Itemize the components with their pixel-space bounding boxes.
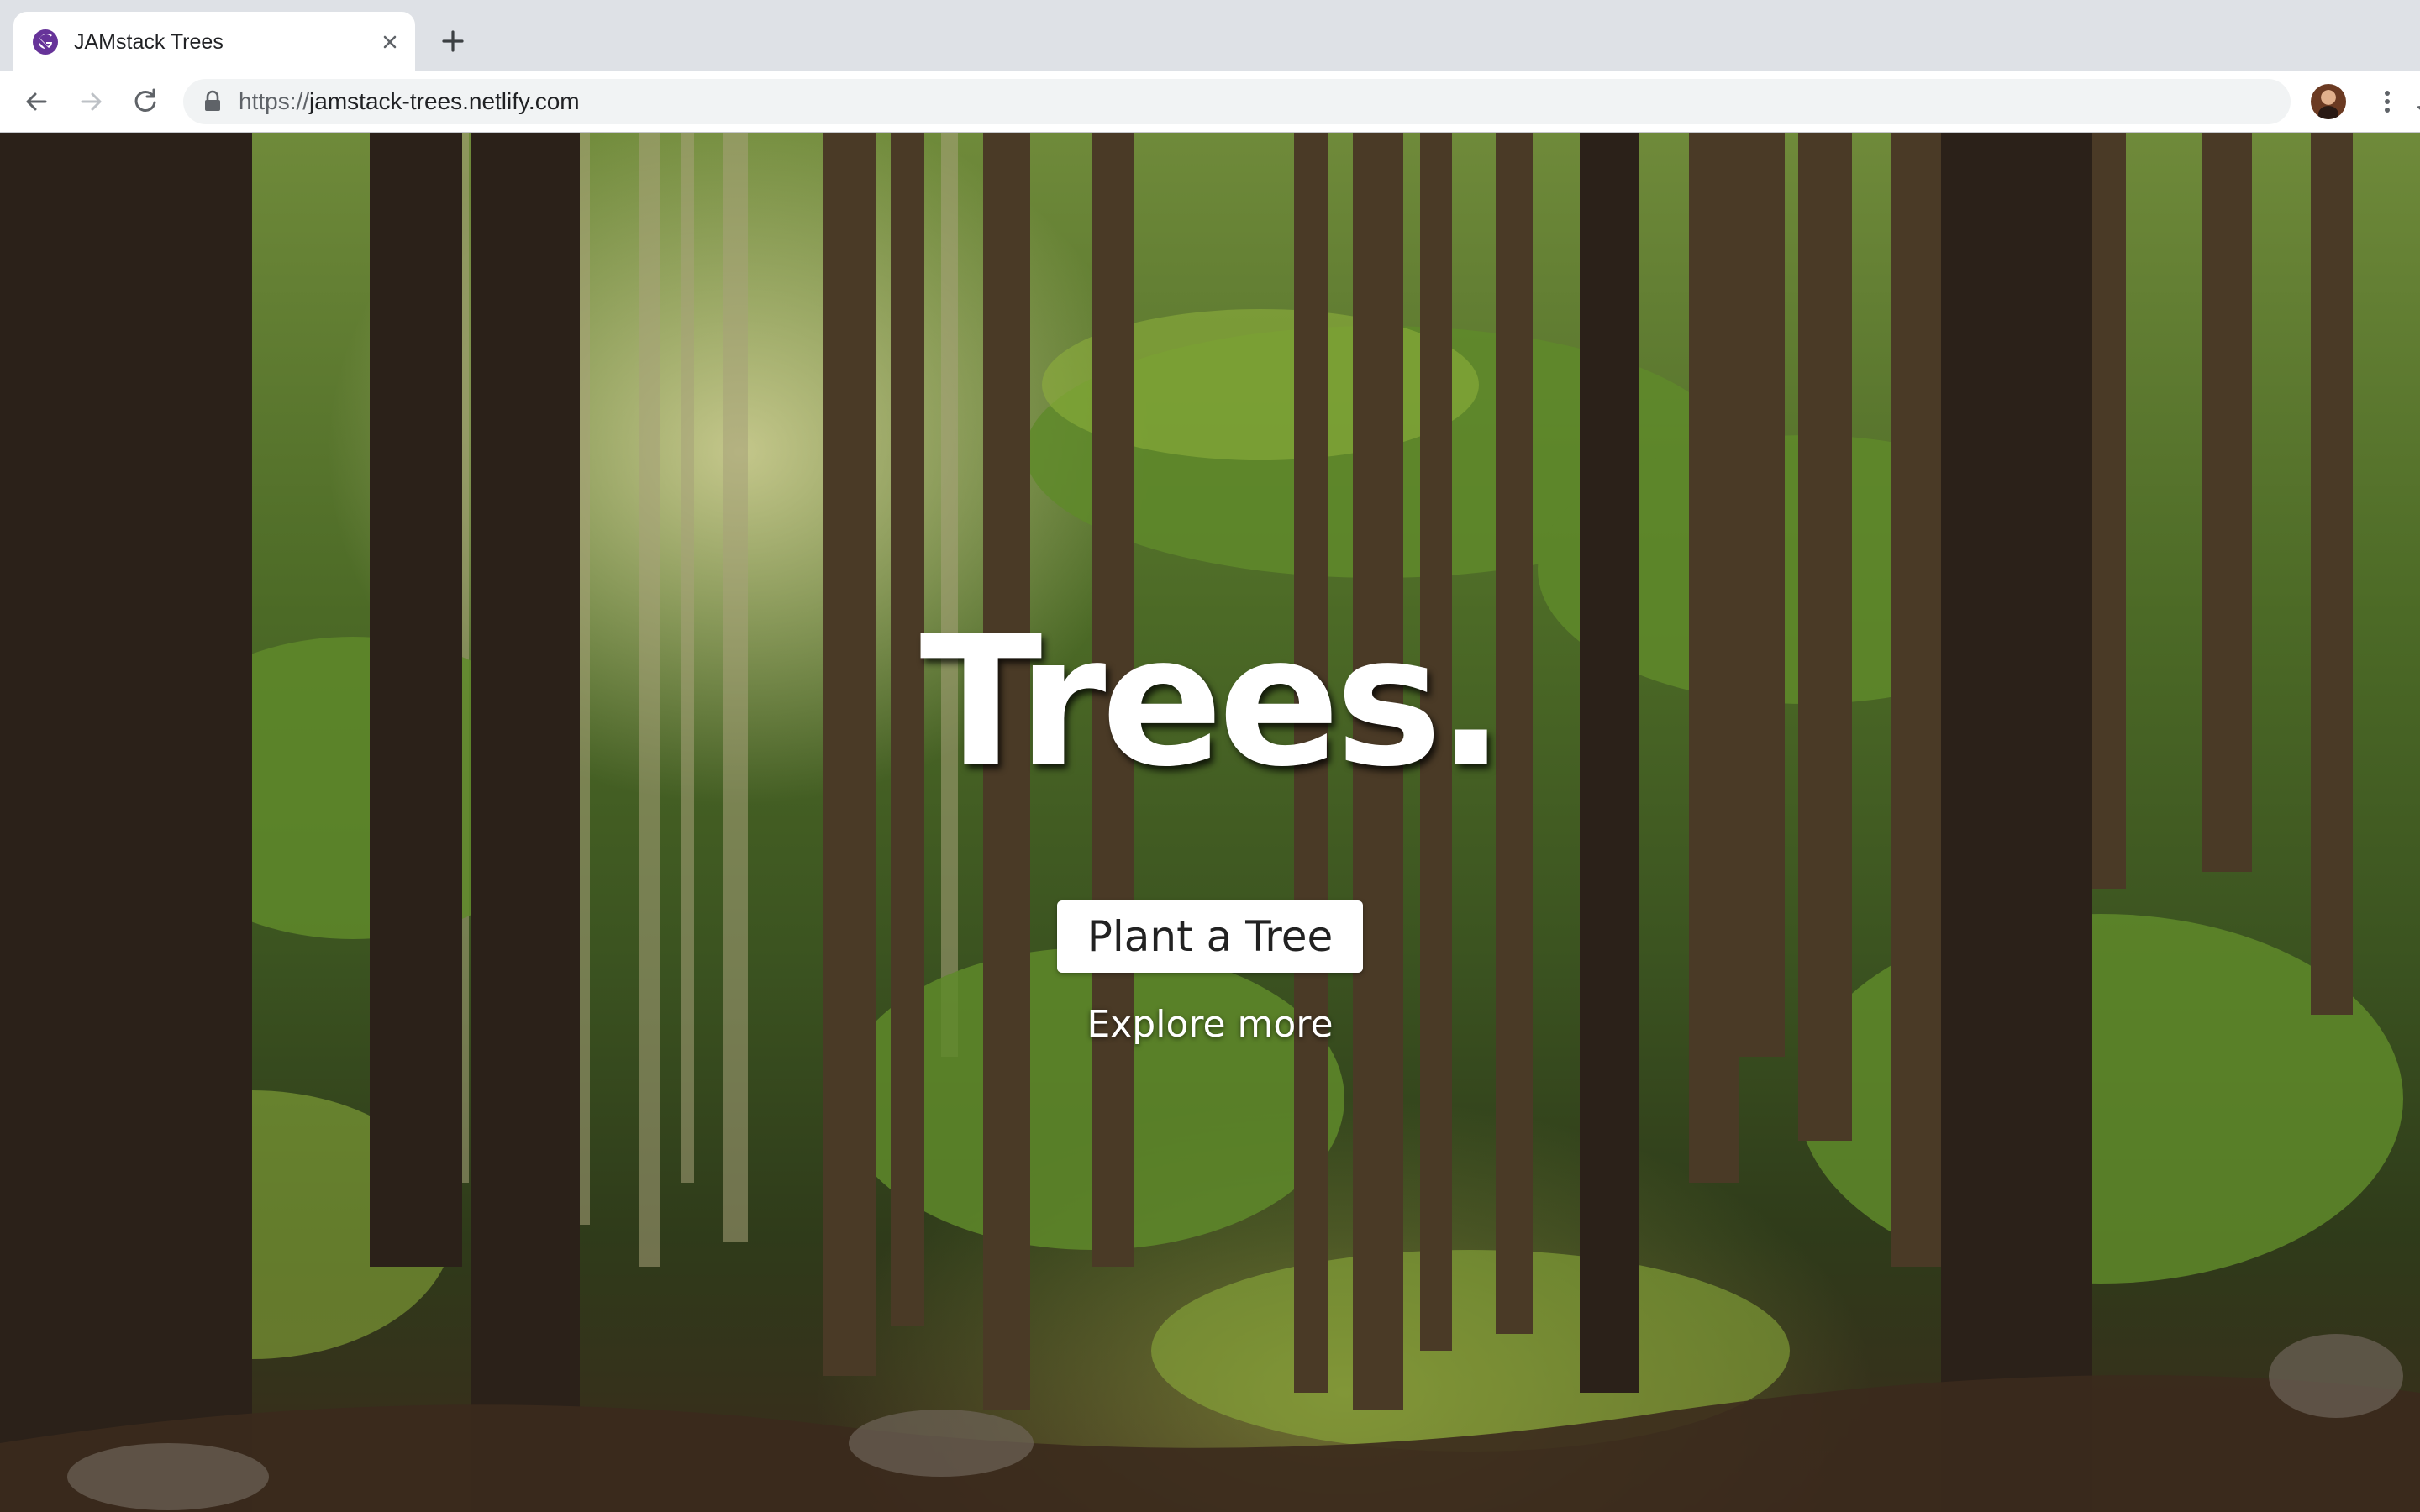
profile-avatar[interactable]	[2311, 84, 2346, 119]
tab-strip: JAMstack Trees	[0, 0, 2420, 71]
plus-icon[interactable]	[437, 25, 469, 57]
hero-title: Trees.	[919, 597, 1506, 806]
star-icon[interactable]	[2413, 94, 2420, 126]
plant-tree-button[interactable]: Plant a Tree	[1057, 900, 1363, 973]
explore-more-link[interactable]: Explore more	[0, 1000, 2420, 1050]
more-vertical-icon[interactable]	[2371, 86, 2403, 118]
browser-tab[interactable]: JAMstack Trees	[13, 12, 415, 71]
tab-title: JAMstack Trees	[74, 30, 224, 54]
url-scheme: https://	[239, 88, 310, 114]
gatsby-logo-icon	[33, 29, 58, 55]
page-viewport: Trees. Plant a Tree Explore more	[0, 133, 2420, 1512]
url-text[interactable]: https://jamstack-trees.netlify.com	[239, 88, 580, 115]
address-bar[interactable]: https://jamstack-trees.netlify.com	[183, 79, 2420, 124]
browser-toolbar: https://jamstack-trees.netlify.com	[0, 71, 2420, 133]
reload-button[interactable]	[129, 86, 161, 118]
arrow-left-icon	[26, 92, 47, 111]
lock-icon[interactable]	[202, 90, 224, 113]
url-host: jamstack-trees.netlify.com	[309, 88, 580, 114]
close-icon[interactable]	[378, 30, 402, 54]
reload-icon	[134, 88, 156, 112]
back-button[interactable]	[20, 86, 52, 118]
forest-background-image	[0, 133, 2420, 1512]
forward-button[interactable]	[76, 86, 108, 118]
arrow-right-icon	[81, 92, 102, 111]
